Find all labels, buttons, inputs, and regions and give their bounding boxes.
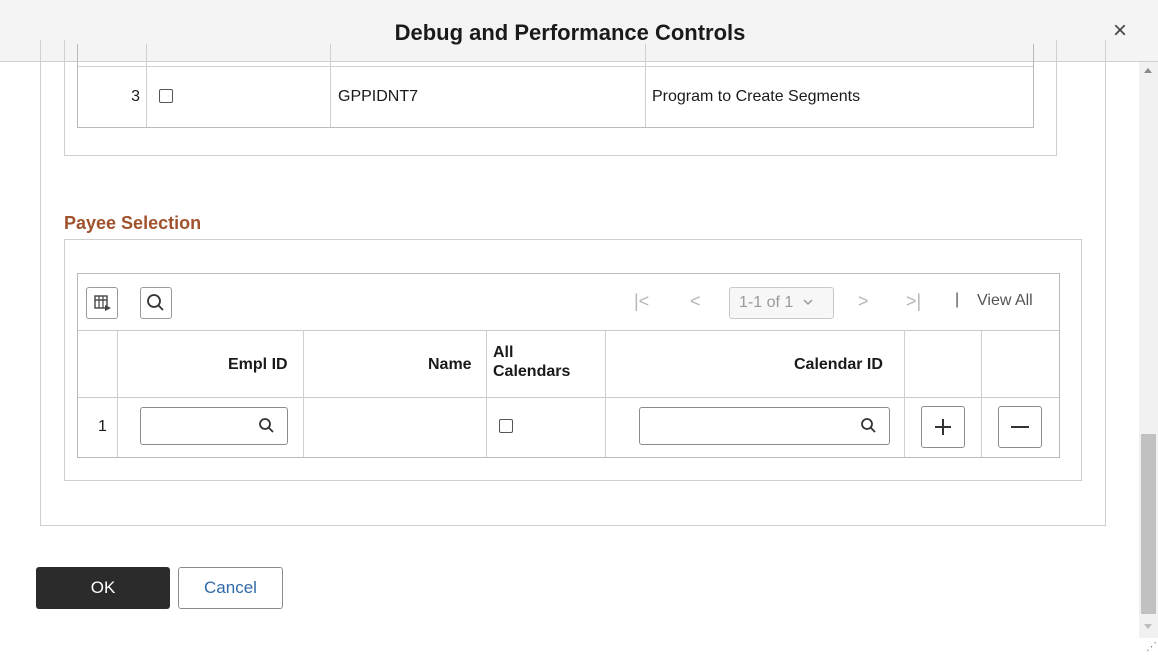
grid-column-divider (645, 44, 646, 127)
column-header-all-calendars-line1: All (493, 344, 514, 361)
program-description: Program to Create Segments (652, 88, 861, 105)
column-header-calendar-id: Calendar ID (794, 356, 883, 373)
delete-row-button[interactable] (998, 406, 1042, 448)
grid-column-divider (605, 330, 606, 457)
row-number: 3 (131, 88, 140, 105)
previous-page-icon[interactable]: < (690, 291, 701, 312)
grid-personalize-button[interactable] (86, 287, 118, 319)
next-page-icon[interactable]: > (858, 291, 869, 312)
program-grid: 3 GPPIDNT7 Program to Create Segments (77, 44, 1034, 128)
select-checkbox[interactable] (159, 89, 173, 103)
empl-id-input[interactable] (140, 407, 288, 445)
column-header-name: Name (428, 356, 472, 373)
scroll-down-arrow-icon[interactable] (1144, 624, 1152, 629)
payee-selection-title: Payee Selection (64, 213, 202, 233)
column-header-all-calendars-line2: Calendars (493, 363, 571, 380)
program-name: GPPIDNT7 (338, 88, 419, 105)
scrollbar-thumb[interactable] (1141, 434, 1156, 614)
debug-performance-dialog: Debug and Performance Controls × 3 GPPID… (0, 0, 1158, 658)
grid-column-divider (146, 44, 147, 127)
minus-icon (1011, 426, 1029, 428)
calendar-id-input[interactable] (639, 407, 890, 445)
scroll-up-arrow-icon[interactable] (1144, 68, 1152, 73)
grid-personalize-icon (94, 295, 111, 311)
cancel-button[interactable]: Cancel (178, 567, 283, 609)
grid-column-divider (904, 330, 905, 457)
payee-grid: |< < 1-1 of 1 > >| | View All Empl ID Na… (77, 273, 1060, 458)
column-header-empl-id: Empl ID (228, 356, 288, 373)
search-icon[interactable] (859, 416, 879, 436)
chevron-down-icon (803, 299, 813, 306)
grid-column-divider (330, 44, 331, 127)
row-number: 1 (98, 418, 107, 435)
close-icon[interactable]: × (1108, 19, 1132, 44)
page-range-select[interactable]: 1-1 of 1 (729, 287, 834, 319)
plus-icon (935, 419, 951, 435)
resize-grip-icon[interactable]: ⋰ (1146, 642, 1157, 653)
search-icon[interactable] (257, 416, 277, 436)
toolbar-separator: | (955, 291, 960, 308)
page-range-value: 1-1 of 1 (739, 294, 794, 311)
grid-column-divider (303, 330, 304, 457)
ok-button[interactable]: OK (36, 567, 170, 609)
search-icon (147, 294, 164, 311)
first-page-icon[interactable]: |< (634, 291, 649, 312)
grid-find-button[interactable] (140, 287, 172, 319)
grid-column-divider (981, 330, 982, 457)
last-page-icon[interactable]: >| (906, 291, 921, 312)
grid-row-divider (78, 66, 1033, 67)
grid-column-divider (486, 330, 487, 457)
add-row-button[interactable] (921, 406, 965, 448)
grid-column-divider (117, 330, 118, 457)
vertical-scrollbar[interactable] (1139, 62, 1158, 638)
all-calendars-checkbox[interactable] (499, 419, 513, 433)
view-all-link[interactable]: View All (977, 292, 1033, 310)
